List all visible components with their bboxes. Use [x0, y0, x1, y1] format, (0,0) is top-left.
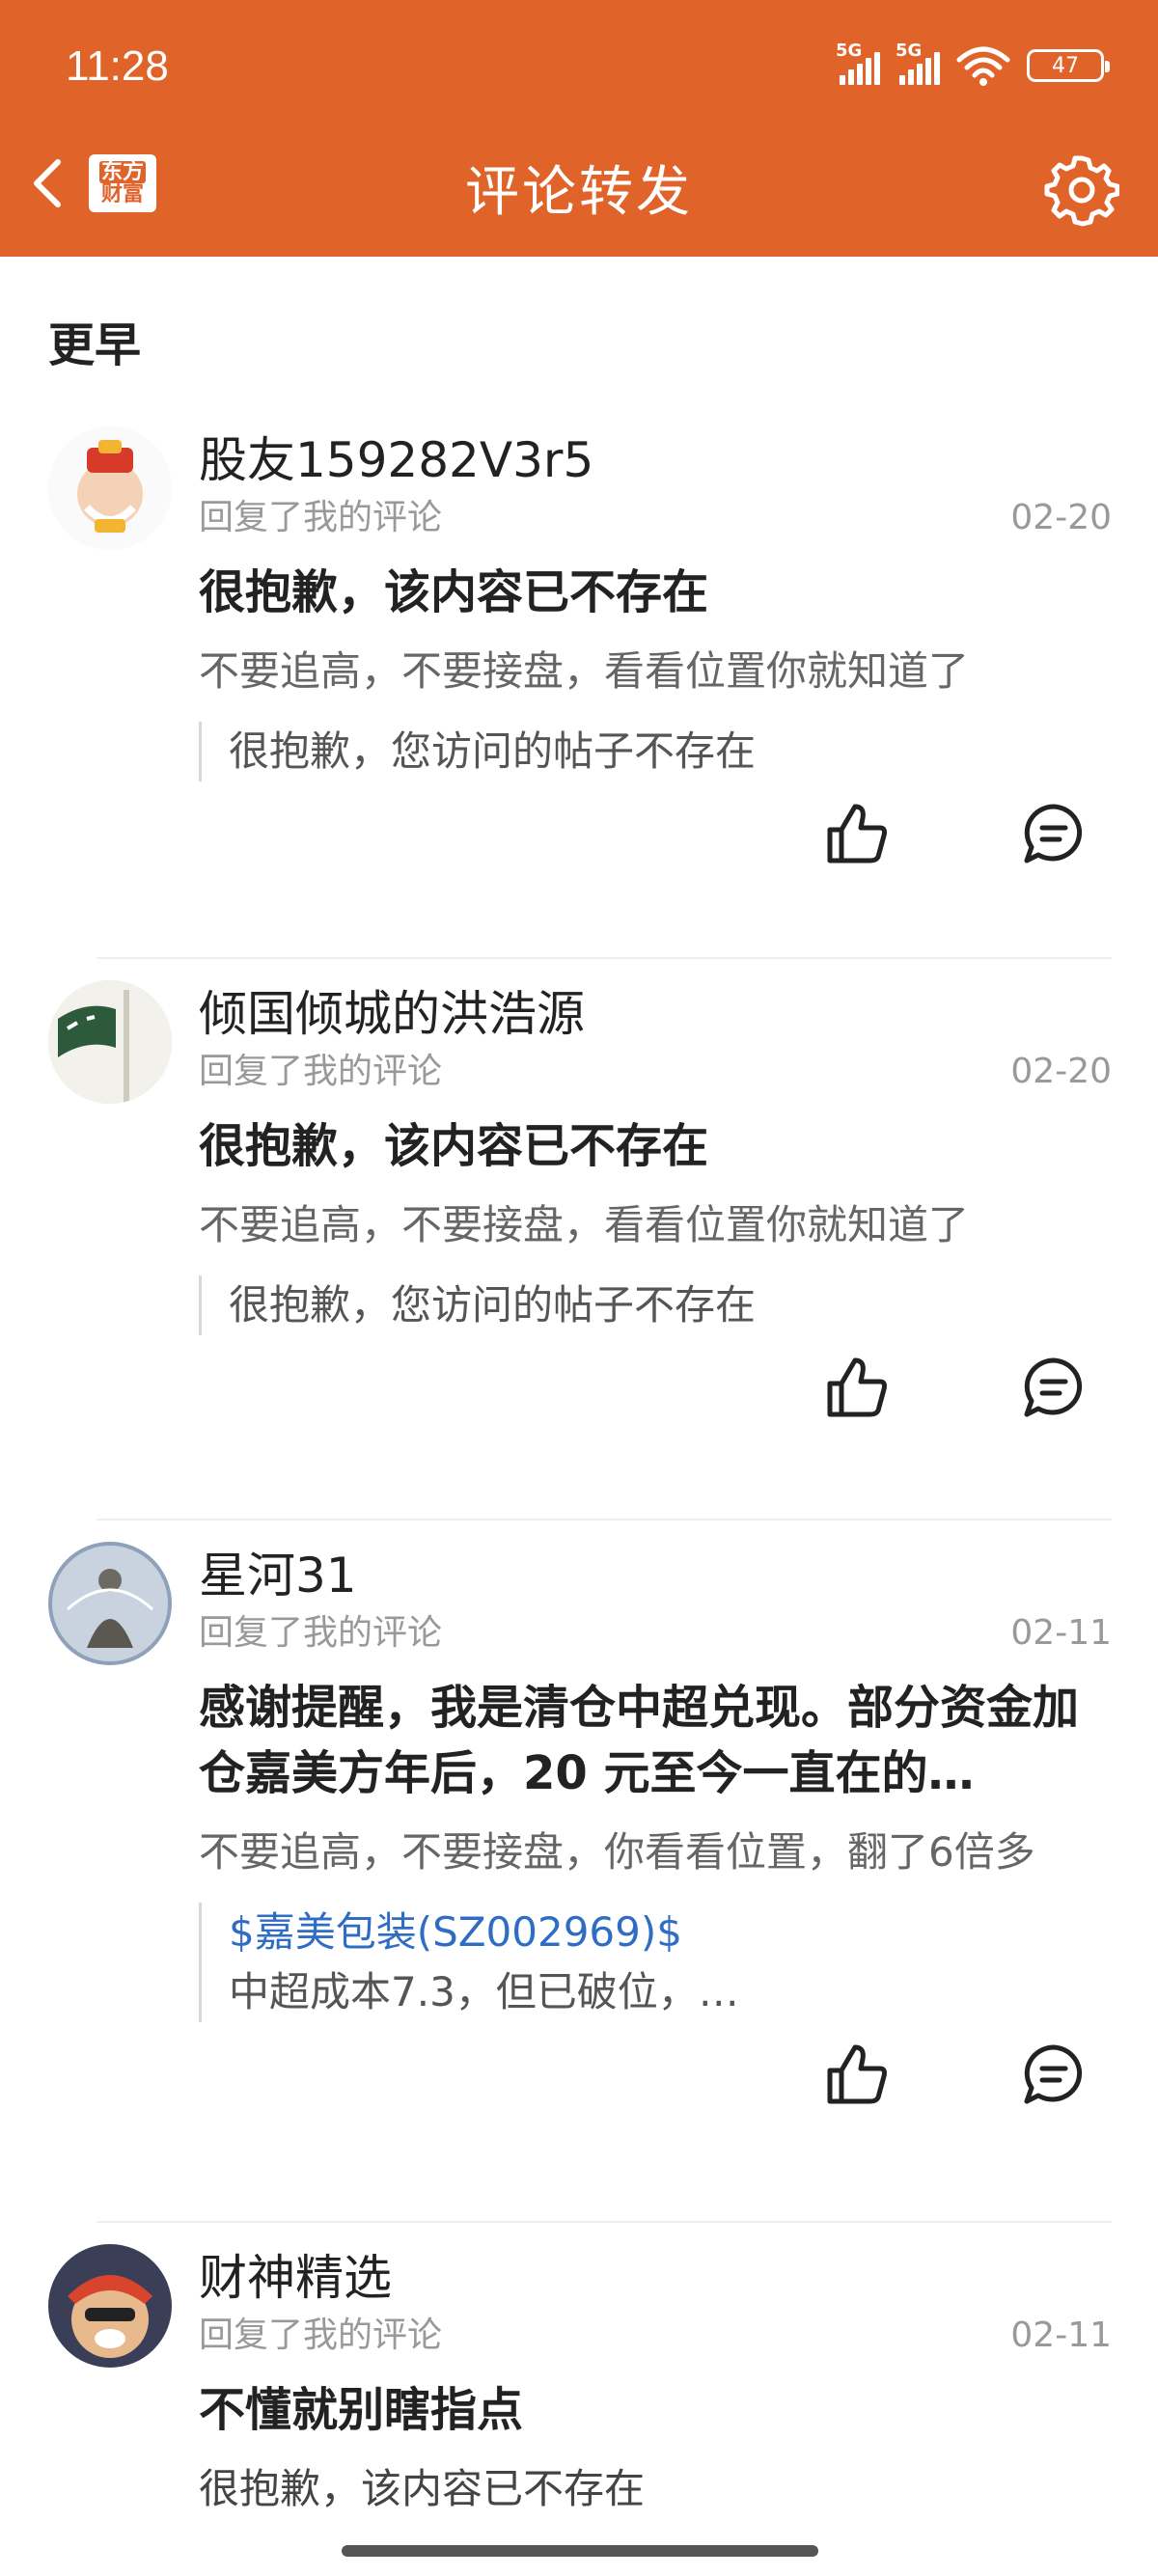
- comment-list: 股友159282V3r5 回复了我的评论 02-20 很抱歉，该内容已不存在 不…: [0, 405, 1158, 2532]
- date-text: 02-20: [1010, 1052, 1112, 1091]
- action-bar: [199, 1335, 1112, 1451]
- page-title: 评论转发: [465, 161, 693, 224]
- quoted-post-text: 中超成本7.3，但已破位，…: [229, 1968, 739, 2015]
- quoted-post[interactable]: $嘉美包装(SZ002969)$ 中超成本7.3，但已破位，…: [199, 1903, 1112, 2022]
- stock-link[interactable]: $嘉美包装(SZ002969)$: [229, 1903, 1112, 1962]
- signal-icon-2: 5G: [896, 41, 940, 85]
- app-header: 11:28 5G 5G 47 东方 财富 评论转发: [0, 0, 1158, 257]
- action-text: 回复了我的评论: [199, 1613, 443, 1653]
- list-item[interactable]: 星河31 回复了我的评论 02-11 感谢提醒，我是清仓中超兑现。部分资金加仓嘉…: [48, 1521, 1112, 2223]
- my-comment-text[interactable]: 不要追高，不要接盘，看看位置你就知道了: [199, 1196, 1112, 1254]
- gear-icon[interactable]: [1044, 152, 1119, 228]
- action-text: 回复了我的评论: [199, 2316, 443, 2355]
- date-text: 02-11: [1010, 1613, 1112, 1653]
- comment-icon[interactable]: [1019, 799, 1089, 868]
- my-comment-text[interactable]: 不要追高，不要接盘，看看位置你就知道了: [199, 643, 1112, 700]
- avatar[interactable]: [48, 980, 172, 1104]
- username[interactable]: 财神精选: [199, 2244, 1112, 2312]
- reply-message[interactable]: 很抱歉，该内容已不存在: [199, 560, 1112, 625]
- list-item[interactable]: 倾国倾城的洪浩源 回复了我的评论 02-20 很抱歉，该内容已不存在 不要追高，…: [48, 959, 1112, 1521]
- avatar[interactable]: [48, 2244, 172, 2368]
- quoted-post-text: 很抱歉，您访问的帖子不存在: [229, 1281, 757, 1329]
- quoted-post-text: 很抱歉，您访问的帖子不存在: [229, 727, 757, 775]
- battery-icon: 47: [1027, 49, 1110, 82]
- my-comment-text[interactable]: 不要追高，不要接盘，你看看位置，翻了6倍多: [199, 1823, 1112, 1881]
- action-text: 回复了我的评论: [199, 1052, 443, 1091]
- avatar[interactable]: [48, 426, 172, 550]
- username[interactable]: 星河31: [199, 1542, 1112, 1609]
- action-bar: [199, 2022, 1112, 2138]
- reply-message[interactable]: 感谢提醒，我是清仓中超兑现。部分资金加仓嘉美方年后，20 元至今一直在的…: [199, 1675, 1112, 1806]
- action-bar: [199, 781, 1112, 897]
- reply-message[interactable]: 不懂就别瞎指点: [199, 2377, 1112, 2443]
- avatar[interactable]: [48, 1542, 172, 1665]
- signal-icon: 5G: [836, 41, 880, 85]
- date-text: 02-11: [1010, 2316, 1112, 2355]
- like-icon[interactable]: [822, 799, 892, 868]
- status-icons: 5G 5G 47: [836, 41, 1110, 87]
- section-title: 更早: [48, 318, 142, 372]
- quoted-post[interactable]: 很抱歉，您访问的帖子不存在: [199, 1275, 1112, 1335]
- meta-row: 回复了我的评论 02-11: [199, 1609, 1112, 1658]
- quoted-post[interactable]: 很抱歉，您访问的帖子不存在: [199, 722, 1112, 781]
- comment-icon[interactable]: [1019, 1353, 1089, 1422]
- status-time: 11:28: [66, 42, 169, 90]
- wifi-icon: [956, 46, 1010, 86]
- meta-row: 回复了我的评论 02-20: [199, 1048, 1112, 1096]
- like-icon[interactable]: [822, 2040, 892, 2109]
- my-comment-text[interactable]: 很抱歉，该内容已不存在: [199, 2460, 1112, 2518]
- meta-row: 回复了我的评论 02-11: [199, 2312, 1112, 2360]
- list-item[interactable]: 股友159282V3r5 回复了我的评论 02-20 很抱歉，该内容已不存在 不…: [48, 405, 1112, 959]
- username[interactable]: 股友159282V3r5: [199, 426, 1112, 494]
- action-text: 回复了我的评论: [199, 498, 443, 537]
- username[interactable]: 倾国倾城的洪浩源: [199, 980, 1112, 1048]
- date-text: 02-20: [1010, 498, 1112, 537]
- list-item[interactable]: 财神精选 回复了我的评论 02-11 不懂就别瞎指点 很抱歉，该内容已不存在: [48, 2223, 1112, 2532]
- meta-row: 回复了我的评论 02-20: [199, 494, 1112, 542]
- home-indicator[interactable]: [342, 2545, 818, 2557]
- reply-message[interactable]: 很抱歉，该内容已不存在: [199, 1113, 1112, 1179]
- like-icon[interactable]: [822, 1353, 892, 1422]
- comment-icon[interactable]: [1019, 2040, 1089, 2109]
